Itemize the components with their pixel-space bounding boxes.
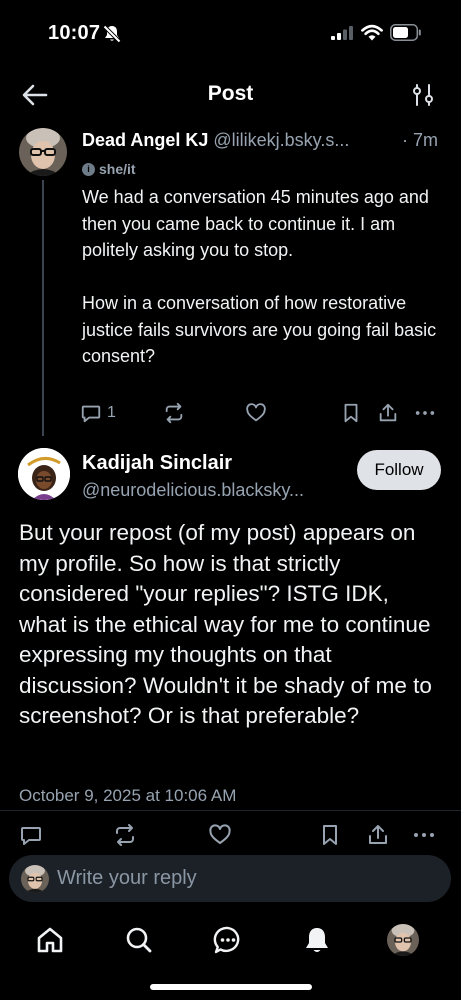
- tab-chat[interactable]: [206, 918, 250, 962]
- pronoun-badge: i she/it: [82, 161, 136, 177]
- share-icon: [369, 825, 387, 844]
- more-button[interactable]: [411, 823, 437, 847]
- main-post-actions: [19, 822, 439, 848]
- chat-icon: [213, 926, 240, 954]
- bookmark-button[interactable]: [341, 402, 361, 424]
- more-icon: [415, 411, 435, 415]
- share-icon: [379, 403, 397, 422]
- avatar[interactable]: ​: [18, 448, 70, 500]
- repost-button[interactable]: [163, 402, 185, 424]
- avatar[interactable]: [19, 128, 67, 176]
- info-icon: i: [82, 162, 95, 176]
- bell-slash-icon: [102, 24, 122, 49]
- post-actions: 1: [80, 400, 440, 426]
- sliders-icon[interactable]: [410, 82, 436, 108]
- reply-button[interactable]: [19, 823, 43, 847]
- like-icon: [246, 403, 266, 422]
- repost-icon: [116, 824, 134, 846]
- pronoun-label: she/it: [99, 161, 136, 177]
- post-text: But your repost (of my post) appears on …: [19, 520, 432, 728]
- thread-line: [42, 180, 44, 436]
- author-handle[interactable]: @neurodelicious.blacksky...: [82, 480, 304, 501]
- battery-icon: [390, 24, 422, 46]
- reply-count: 1: [107, 404, 116, 421]
- more-button[interactable]: [414, 402, 436, 424]
- status-bar: 10:07: [0, 0, 461, 64]
- tab-profile[interactable]: [381, 918, 425, 962]
- search-icon: [126, 927, 152, 953]
- reply-icon: [21, 827, 41, 845]
- follow-button[interactable]: Follow: [357, 450, 441, 490]
- reply-icon: [81, 405, 101, 423]
- reply-button[interactable]: 1: [80, 402, 116, 424]
- repost-button[interactable]: [113, 823, 137, 847]
- reply-input[interactable]: [57, 855, 437, 902]
- like-button[interactable]: [207, 823, 233, 847]
- signal-icon: [331, 26, 353, 45]
- tab-search[interactable]: [117, 918, 161, 962]
- header: Post: [0, 70, 461, 120]
- bookmark-icon: [344, 403, 358, 423]
- tab-bar: [0, 910, 461, 970]
- share-button[interactable]: [377, 402, 399, 424]
- profile-avatar: [387, 924, 419, 956]
- avatar: [21, 865, 49, 893]
- parent-post[interactable]: Dead Angel KJ @lilikekj.bsky.s... · 7m i…: [0, 124, 461, 436]
- tab-notifications[interactable]: [295, 918, 339, 962]
- post-time: · 7m: [398, 130, 438, 151]
- author-name[interactable]: Kadijah Sinclair: [82, 452, 232, 475]
- bookmark-button[interactable]: [319, 823, 341, 847]
- share-button[interactable]: [366, 823, 390, 847]
- status-time: 10:07: [48, 22, 101, 44]
- bookmark-icon: [323, 825, 337, 845]
- repost-icon: [165, 402, 183, 424]
- post-date: October 9, 2025 at 10:06 AM: [19, 786, 237, 805]
- tab-home[interactable]: [28, 918, 72, 962]
- home-indicator[interactable]: [150, 984, 312, 990]
- divider: [0, 810, 461, 811]
- like-icon: [209, 824, 231, 844]
- page-title: Post: [207, 82, 254, 105]
- home-icon: [37, 927, 63, 953]
- like-button[interactable]: [245, 402, 267, 424]
- author-line[interactable]: Dead Angel KJ @lilikekj.bsky.s...: [82, 130, 444, 151]
- author-name[interactable]: Dead Angel KJ: [82, 130, 208, 150]
- wifi-icon: [361, 24, 383, 46]
- reply-composer[interactable]: [9, 855, 451, 902]
- author-handle[interactable]: @lilikekj.bsky.s...: [213, 130, 349, 150]
- more-icon: [414, 833, 434, 837]
- post-text: We had a conversation 45 minutes ago and…: [82, 187, 437, 366]
- notifications-icon: [306, 928, 328, 952]
